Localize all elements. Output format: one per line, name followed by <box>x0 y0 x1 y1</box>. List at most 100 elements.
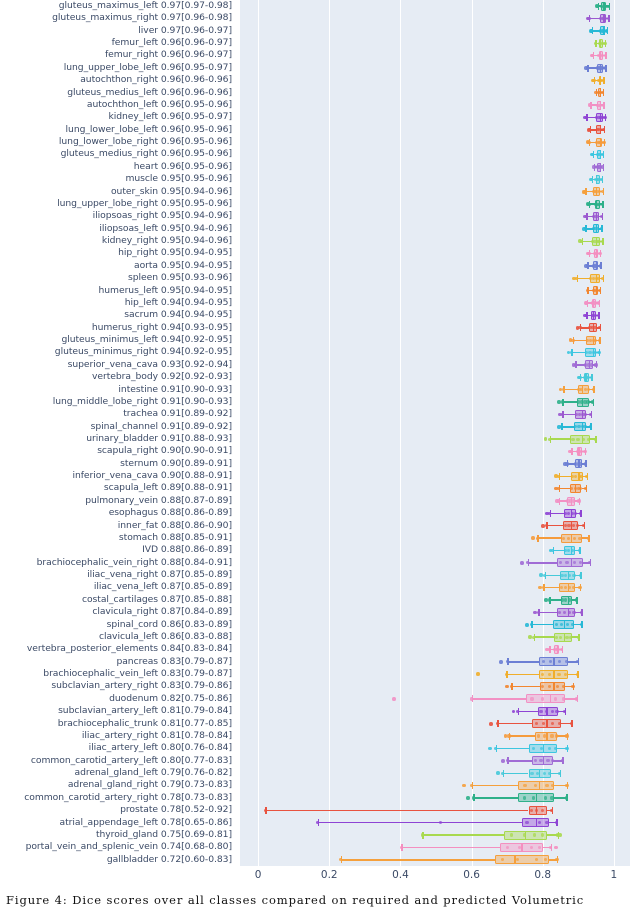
outlier-point <box>584 66 588 70</box>
whisker-endpoint-high <box>606 16 610 21</box>
row-label-humerus_left: humerus_left 0.95[0.94-0.95] <box>98 284 233 296</box>
whisker-low <box>537 537 561 539</box>
boxplot-IVD <box>240 544 630 556</box>
boxplot-row: duodenum 0.82[0.75-0.86] <box>0 693 640 705</box>
row-label-superior_vena_cava: superior_vena_cava 0.93[0.92-0.94] <box>67 358 232 370</box>
boxplot-outer_skin <box>240 186 630 198</box>
data-point <box>573 511 577 515</box>
data-point <box>557 672 561 676</box>
boxplot-pancreas <box>240 656 630 668</box>
boxplot-autochthon_left <box>240 99 630 111</box>
whisker-low <box>558 487 571 490</box>
data-point <box>534 808 538 812</box>
outlier-point <box>558 412 562 417</box>
row-label-duodenum: duodenum 0.82[0.75-0.86] <box>109 692 232 704</box>
whisker-endpoint-low <box>263 808 267 812</box>
whisker-low <box>340 859 495 861</box>
whisker-endpoint-high <box>564 796 568 800</box>
median-line <box>553 669 555 679</box>
row-label-clavicula_left: clavicula_left 0.86[0.83-0.88] <box>98 630 232 642</box>
boxplot-gluteus_minimus_right <box>240 346 630 358</box>
data-point <box>545 783 549 788</box>
data-point <box>545 821 549 825</box>
boxplot-row: urinary_bladder 0.91[0.88-0.93] <box>0 433 640 445</box>
whisker-low <box>552 549 565 552</box>
row-label-autochthon_right: autochthon_right 0.96[0.96-0.96] <box>80 74 232 86</box>
outlier-point <box>545 647 549 652</box>
outlier-point <box>575 326 580 330</box>
row-label-lung_lower_lobe_right: lung_lower_lobe_right 0.96[0.95-0.96] <box>58 136 232 148</box>
boxplot-prostate <box>240 804 630 816</box>
data-point <box>541 697 545 701</box>
data-point <box>600 66 605 70</box>
boxplot-iliac_vena_right <box>240 569 630 581</box>
whisker-endpoint-high <box>589 375 593 379</box>
whisker-low <box>265 809 529 812</box>
outlier-point <box>520 561 524 565</box>
whisker-low <box>401 846 501 849</box>
boxplot-brachiocephalic_trunk <box>240 718 630 730</box>
row-label-pulmonary_vein: pulmonary_vein 0.88[0.87-0.89] <box>85 494 232 506</box>
row-label-subclavian_artery_right: subclavian_artery_right 0.83[0.79-0.86] <box>51 680 232 692</box>
whisker-endpoint-high <box>601 103 605 107</box>
data-point <box>438 821 442 825</box>
row-label-iliac_vena_left: iliac_vena_left 0.87[0.85-0.89] <box>93 581 232 593</box>
boxplot-row: iliopsoas_left 0.95[0.94-0.96] <box>0 223 640 235</box>
data-point <box>544 709 548 713</box>
row-label-gluteus_minimus_left: gluteus_minimus_left 0.94[0.92-0.95] <box>61 334 232 346</box>
outlier-point <box>545 511 549 516</box>
data-point <box>571 437 575 441</box>
row-label-iliopsoas_left: iliopsoas_left 0.95[0.94-0.96] <box>99 222 232 234</box>
row-label-gluteus_medius_right: gluteus_medius_right 0.96[0.95-0.96] <box>60 148 232 160</box>
boxplot-row: lung_upper_lobe_left 0.96[0.95-0.97] <box>0 62 640 74</box>
boxplot-gluteus_maximus_right <box>240 12 630 24</box>
outlier-point <box>571 363 576 367</box>
boxplot-stomach <box>240 532 630 544</box>
boxplot-iliopsoas_right <box>240 210 630 222</box>
boxplot-row: humerus_right 0.94[0.93-0.95] <box>0 322 640 334</box>
boxplot-row: scapula_right 0.90[0.90-0.91] <box>0 445 640 457</box>
whisker-low <box>562 413 575 416</box>
boxplot-row: brachiocephalic_vein_left 0.83[0.79-0.87… <box>0 668 640 680</box>
data-point <box>571 499 575 503</box>
whisker-low <box>473 797 518 799</box>
boxplot-scapula_right <box>240 445 630 457</box>
boxplot-subclavian_artery_left <box>240 705 630 717</box>
boxplot-scapula_left <box>240 482 630 494</box>
whisker-low <box>576 277 590 280</box>
outlier-point <box>540 523 545 528</box>
whisker-endpoint-high <box>578 511 583 515</box>
whisker-low <box>549 599 561 601</box>
boxplot-vertebra_posterior_elements <box>240 643 630 655</box>
data-point <box>593 313 597 318</box>
outlier-point <box>554 845 559 850</box>
row-label-costal_cartilages: costal_cartilages 0.87[0.85-0.88] <box>81 593 232 605</box>
outlier-point <box>562 462 567 466</box>
whisker-endpoint-high <box>605 29 609 33</box>
boxplot-row: brachiocephalic_trunk 0.81[0.77-0.85] <box>0 718 640 730</box>
boxplot-row: common_carotid_artery_right 0.78[0.73-0.… <box>0 792 640 804</box>
boxplot-row: liver 0.97[0.96-0.97] <box>0 25 640 37</box>
boxplot-row: brachiocephalic_vein_right 0.88[0.84-0.9… <box>0 557 640 569</box>
row-label-vertebra_posterior_elements: vertebra_posterior_elements 0.84[0.83-0.… <box>26 643 232 655</box>
data-point <box>594 338 598 342</box>
whisker-endpoint-high <box>598 264 602 268</box>
boxplot-row: inner_fat 0.88[0.86-0.90] <box>0 520 640 532</box>
row-label-spinal_channel: spinal_channel 0.91[0.89-0.92] <box>90 420 232 432</box>
data-point <box>505 845 509 850</box>
data-point <box>604 4 608 8</box>
boxplot-gluteus_minimus_left <box>240 334 630 346</box>
whisker-low <box>531 624 554 626</box>
row-label-aorta: aorta 0.95[0.94-0.95] <box>134 259 232 271</box>
data-point <box>586 400 590 404</box>
data-point <box>575 524 579 528</box>
data-point <box>596 276 601 280</box>
data-point <box>583 412 587 417</box>
whisker-endpoint-low <box>547 598 551 602</box>
median-line <box>542 756 545 766</box>
boxplot-kidney_left <box>240 111 630 123</box>
boxplot-row: sacrum 0.94[0.94-0.95] <box>0 309 640 321</box>
boxplot-row: adrenal_gland_right 0.79[0.73-0.83] <box>0 779 640 791</box>
data-point <box>563 586 567 590</box>
row-label-muscle: muscle 0.95[0.95-0.96] <box>125 173 233 185</box>
